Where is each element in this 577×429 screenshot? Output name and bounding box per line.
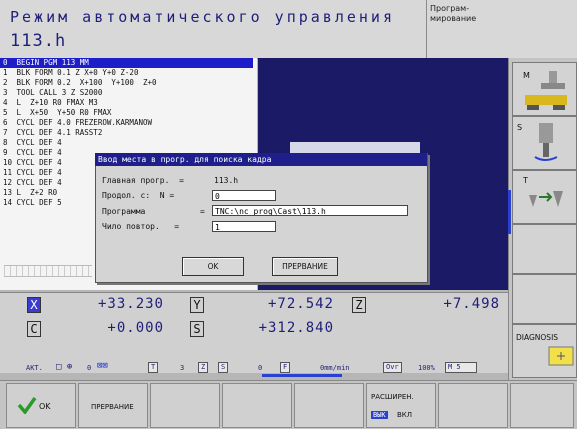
status-f-label: F (280, 362, 291, 373)
mode-title: Режим автоматического управления (10, 8, 395, 26)
program-path-equals: = (200, 207, 205, 216)
program-line[interactable]: 10 CYCL DEF 4 (3, 158, 62, 168)
program-line[interactable]: 4 L Z+10 R0 FMAX M3 (3, 98, 98, 108)
program-line[interactable]: 6 CYCL DEF 4.0 FREZEROW.KARMANOW (3, 118, 152, 128)
softkey-s-spindle[interactable]: S (512, 116, 577, 170)
axis-s-value: +312.840 (258, 320, 334, 336)
status-ovr-label: Ovr (383, 362, 402, 373)
softkey-s-letter: S (517, 123, 523, 132)
softkey-expand-off: ВЫК (371, 411, 388, 419)
spindle-tool-icon (534, 123, 558, 161)
block-scan-dialog (95, 153, 428, 283)
axis-s-label: S (190, 321, 204, 337)
axis-z-value: +7.498 (443, 296, 500, 312)
dialog-title: Ввод места в прогр. для поиска кадра (95, 153, 427, 166)
continue-from-input[interactable]: 0 (212, 190, 276, 201)
program-line[interactable]: 5 L X+50 Y+50 R0 FMAX (3, 108, 111, 118)
softkey-empty-5[interactable] (512, 274, 577, 324)
program-line[interactable]: 3 TOOL CALL 3 Z S2000 (3, 88, 102, 98)
softkey-empty-7[interactable] (438, 383, 508, 428)
axis-y-value: +72.542 (267, 296, 334, 312)
softkey-empty-4[interactable] (512, 224, 577, 274)
axis-x-value: +33.230 (97, 296, 164, 312)
main-program-value: 113.h (214, 176, 239, 185)
softkey-ok[interactable]: OK (6, 383, 76, 428)
program-line[interactable]: 9 CYCL DEF 4 (3, 148, 62, 158)
dialog-ok-button[interactable]: OK (182, 257, 244, 276)
axis-y-label: Y (190, 297, 204, 313)
softkey-ok-label: OK (39, 402, 51, 411)
programming-mode-label: Програм- мирование (430, 4, 477, 23)
diagnosis-label: DIAGNOSIS (516, 333, 559, 342)
status-akt-label: АКТ. (26, 364, 43, 372)
softkey-expand[interactable]: РАСШИРЕН. ВЫК ВКЛ (366, 383, 436, 428)
softkey-cancel-label: ПРЕРВАНИЕ (91, 403, 134, 411)
softkey-expand-on: ВКЛ (397, 411, 413, 419)
axis-c-value: +0.000 (107, 320, 164, 336)
program-path-label: Программа (102, 207, 146, 216)
active-softkey-marker (508, 190, 511, 234)
program-line[interactable]: 11 CYCL DEF 4 (3, 168, 62, 178)
program-line[interactable]: 1 BLK FORM 0.1 Z X+0 Y+0 Z-20 (3, 68, 138, 78)
tool-change-icon (529, 191, 563, 207)
program-line[interactable]: 12 CYCL DEF 4 (3, 178, 62, 188)
continue-from-label: Продол. с: N = (102, 191, 175, 200)
status-s-label: S (218, 362, 229, 373)
main-program-label: Главная прогр. = (102, 176, 184, 185)
softkey-diagnosis[interactable]: DIAGNOSIS (512, 324, 577, 378)
program-line[interactable]: 13 L Z+2 R0 (3, 188, 57, 198)
status-t-value: 3 (180, 364, 185, 372)
status-z-label: Z (198, 362, 209, 373)
softkey-m-functions[interactable]: M (512, 62, 577, 116)
softkey-empty-8[interactable] (510, 383, 574, 428)
diagnosis-icon (548, 346, 574, 366)
repeat-count-label: Чило повтор. = (102, 222, 180, 231)
dialog-cancel-button[interactable]: ПРЕРВАНИЕ (272, 257, 338, 276)
softkey-t-tool[interactable]: T (512, 170, 577, 224)
program-ruler (4, 265, 92, 277)
status-m-value: M 5 (445, 362, 477, 373)
status-t-label: T (148, 362, 159, 373)
softkey-expand-label: РАСШИРЕН. (371, 393, 414, 401)
screen-tab-indicator (262, 374, 342, 377)
spindle-machine-icon (525, 71, 567, 110)
softkey-empty-3[interactable] (150, 383, 220, 428)
status-s-value: 0 (258, 364, 263, 372)
program-line[interactable]: 14 CYCL DEF 5 (3, 198, 62, 208)
status-f-value: 0mm/min (320, 364, 350, 372)
softkey-cancel[interactable]: ПРЕРВАНИЕ (78, 383, 148, 428)
program-line[interactable]: 0 BEGIN PGM 113 MM (0, 58, 253, 68)
checkmark-icon (17, 396, 37, 414)
axis-c-label: C (27, 321, 41, 337)
program-line[interactable]: 8 CYCL DEF 4 (3, 138, 62, 148)
program-path-input[interactable]: TNC:\nc_prog\Cast\113.h (212, 205, 408, 216)
repeat-count-input[interactable]: 1 (212, 221, 276, 232)
tool-orientation-icon: ⊠⊠ (97, 361, 108, 371)
program-line[interactable]: 2 BLK FORM 0.2 X+100 Y+100 Z+0 (3, 78, 157, 88)
program-file-name: 113.h (10, 31, 67, 51)
program-line[interactable]: 7 CYCL DEF 4.1 RASST2 (3, 128, 102, 138)
datum-icon: □ ⊕ (56, 362, 73, 372)
status-zero: 0 (87, 364, 92, 372)
axis-x-label: X (27, 297, 41, 313)
axis-z-label: Z (352, 297, 366, 313)
softkey-empty-5b[interactable] (294, 383, 364, 428)
status-ovr-value: 100% (418, 364, 435, 372)
softkey-empty-4b[interactable] (222, 383, 292, 428)
